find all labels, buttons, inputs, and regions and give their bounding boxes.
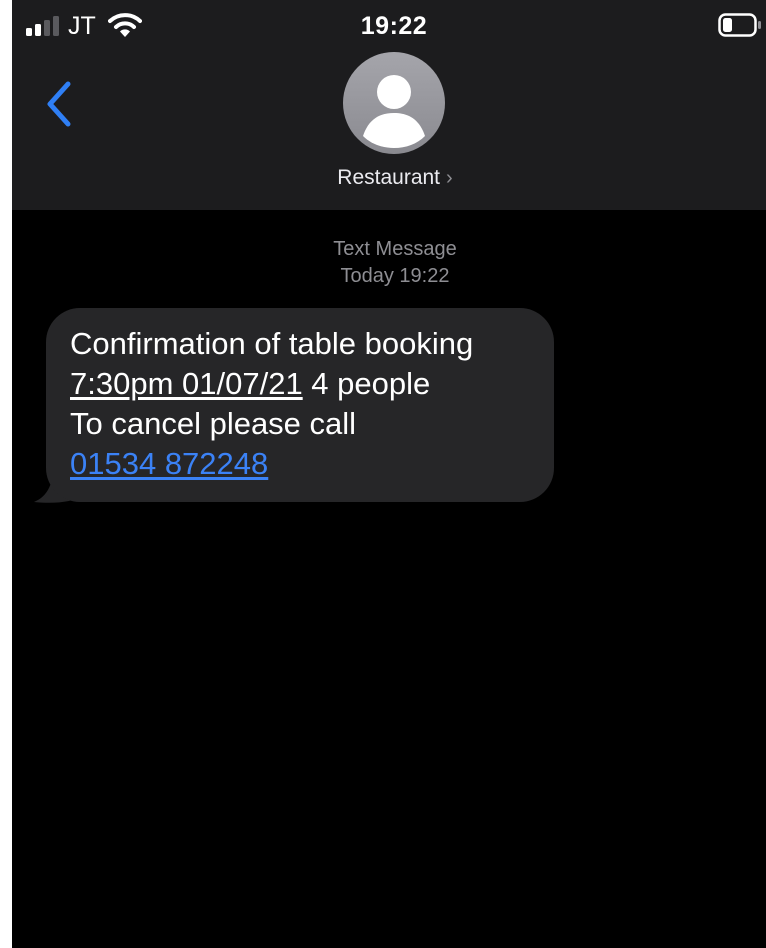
message-line-3: To cancel please call <box>70 406 357 441</box>
conversation-header: JT 19:22 Restaurant › <box>12 0 766 210</box>
battery-icon <box>718 13 761 37</box>
message-line-1: Confirmation of table booking <box>70 326 474 361</box>
messages-screen: JT 19:22 Restaurant › Text Message Today… <box>12 0 766 948</box>
contact-name-button[interactable]: Restaurant › <box>12 164 766 192</box>
message-type-label: Text Message <box>333 238 457 260</box>
message-bubble[interactable]: Confirmation of table booking 7:30pm 01/… <box>46 308 554 502</box>
booking-party-size: 4 people <box>302 366 431 401</box>
person-icon <box>363 75 425 148</box>
booking-datetime-link[interactable]: 7:30pm 01/07/21 <box>70 366 303 401</box>
message-time-label: Today 19:22 <box>340 265 450 287</box>
contact-avatar[interactable] <box>343 52 445 154</box>
message-line-4: 01534 872248 <box>70 444 534 484</box>
message-timestamp: Text Message Today 19:22 <box>12 236 766 290</box>
incoming-message[interactable]: Confirmation of table booking 7:30pm 01/… <box>32 308 562 508</box>
phone-number-link[interactable]: 01534 872248 <box>70 446 268 481</box>
status-time: 19:22 <box>360 12 428 40</box>
back-chevron-icon[interactable] <box>42 78 78 130</box>
chevron-right-icon: › <box>446 167 453 189</box>
contact-name-label: Restaurant <box>337 166 441 189</box>
message-line-2: 7:30pm 01/07/21 4 people <box>70 364 534 404</box>
status-bar: JT 19:22 <box>12 0 766 52</box>
